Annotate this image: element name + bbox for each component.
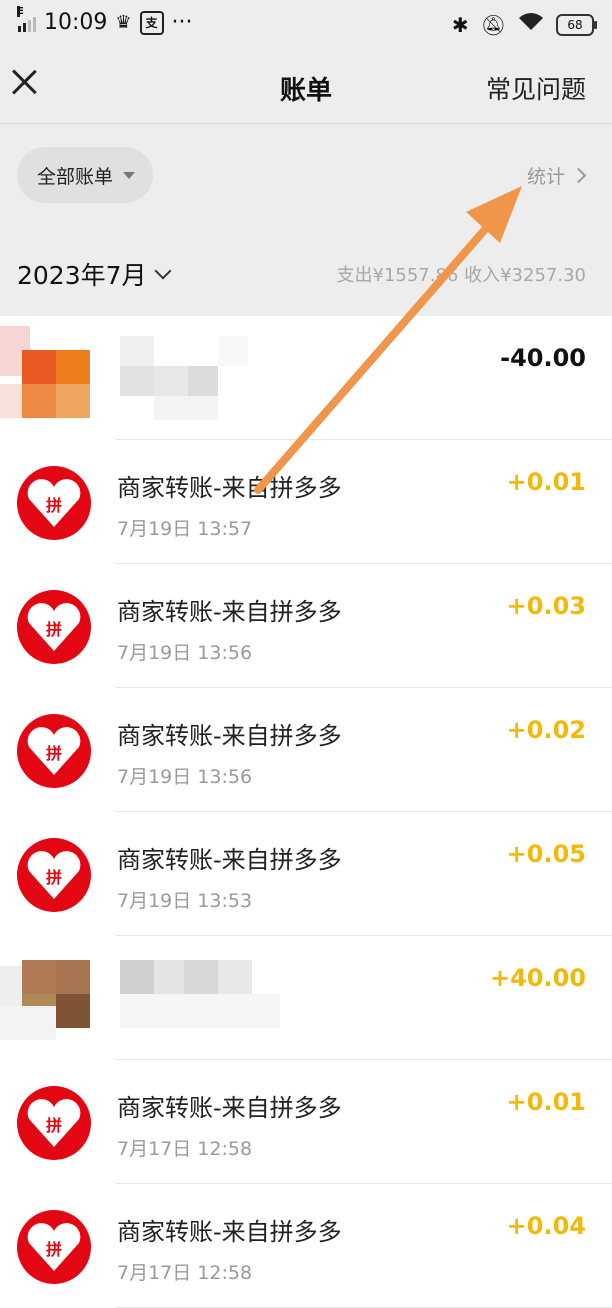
transaction-name: 商家转账-来自拼多多	[117, 1218, 342, 1246]
transaction-row[interactable]: 拼 商家转账-来自拼多多 7月19日 13:57 +0.01	[0, 440, 612, 564]
more-icon: ···	[171, 10, 193, 35]
transaction-row[interactable]: 拼 商家转账-来自拼多多 7月17日 12:58 +0.04	[0, 1184, 612, 1308]
transaction-name: 商家转账-来自拼多多	[117, 846, 342, 874]
wifi-icon	[518, 12, 544, 37]
battery-icon: 68	[556, 13, 597, 36]
nav-bar: 账单 常见问题	[0, 50, 612, 124]
transaction-time: 7月19日 13:57	[117, 518, 253, 540]
battery-level: 68	[567, 17, 583, 32]
month-label: 2023年7月	[17, 261, 147, 290]
pinduoduo-icon: 拼	[17, 466, 91, 540]
transaction-list: -40.00 拼 商家转账-来自拼多多 7月19日 13:57 +0.01 拼 …	[0, 316, 612, 1308]
transaction-amount: +0.03	[506, 592, 586, 620]
month-selector[interactable]: 2023年7月	[17, 256, 172, 292]
transaction-amount: -40.00	[500, 344, 586, 372]
transaction-name: 商家转账-来自拼多多	[117, 474, 342, 502]
transaction-amount: +0.02	[506, 716, 586, 744]
pinduoduo-icon: 拼	[17, 714, 91, 788]
transaction-time: 7月19日 13:53	[117, 890, 253, 912]
alipay-icon: 支	[139, 10, 164, 35]
transaction-amount: +0.01	[506, 468, 586, 496]
transaction-name: 商家转账-来自拼多多	[117, 722, 342, 750]
transaction-name: 商家转账-来自拼多多	[117, 598, 342, 626]
transaction-row[interactable]: 拼 商家转账-来自拼多多 7月19日 13:53 +0.05	[0, 812, 612, 936]
transaction-row[interactable]: 拼 商家转账-来自拼多多 7月17日 12:58 +0.01	[0, 1060, 612, 1184]
transaction-amount: +0.05	[506, 840, 586, 868]
caret-down-icon	[123, 171, 136, 179]
transaction-amount: +0.01	[506, 1088, 586, 1116]
bill-filter-dropdown[interactable]: 全部账单	[17, 147, 154, 203]
svg-text:拼: 拼	[46, 744, 62, 763]
blurred-avatar	[0, 960, 280, 1040]
pinduoduo-icon: 拼	[17, 590, 91, 664]
bluetooth-icon: ✱	[451, 12, 469, 37]
transaction-row[interactable]: 拼 商家转账-来自拼多多 7月19日 13:56 +0.02	[0, 688, 612, 812]
month-summary: 支出¥1557.86 收入¥3257.30	[336, 265, 587, 286]
blurred-avatar	[0, 326, 248, 420]
transaction-time: 7月19日 13:56	[117, 642, 253, 664]
status-bar: E 10:09 ♛ 支 ··· ✱ 🔕︎ 68	[0, 0, 612, 50]
stats-link[interactable]: 统计	[526, 162, 587, 189]
mute-icon: 🔕︎	[480, 12, 506, 37]
transaction-row[interactable]: -40.00	[0, 316, 612, 440]
transaction-amount: +0.04	[506, 1212, 586, 1240]
transaction-name: 商家转账-来自拼多多	[117, 1094, 342, 1122]
stats-label: 统计	[526, 166, 565, 188]
status-left: E 10:09 ♛ 支 ···	[17, 5, 193, 35]
chevron-down-icon	[154, 262, 172, 280]
chevron-right-icon	[570, 167, 587, 184]
status-right: ✱ 🔕︎ 68	[451, 12, 597, 37]
filter-bar: 全部账单 统计	[0, 124, 612, 226]
transaction-time: 7月19日 13:56	[117, 766, 253, 788]
signal-icon: E	[17, 5, 36, 32]
status-time: 10:09	[44, 10, 108, 35]
transaction-row[interactable]: 拼 商家转账-来自拼多多 7月19日 13:56 +0.03	[0, 564, 612, 688]
pinduoduo-icon: 拼	[17, 1086, 91, 1160]
svg-text:拼: 拼	[46, 1116, 62, 1135]
svg-text:拼: 拼	[46, 868, 62, 887]
faq-link[interactable]: 常见问题	[486, 70, 586, 106]
transaction-amount: +40.00	[489, 964, 586, 992]
month-bar: 2023年7月 支出¥1557.86 收入¥3257.30	[0, 226, 612, 316]
svg-text:拼: 拼	[46, 1240, 62, 1259]
pinduoduo-icon: 拼	[17, 1210, 91, 1284]
transaction-time: 7月17日 12:58	[117, 1262, 253, 1284]
crown-icon: ♛	[115, 12, 132, 33]
bill-filter-label: 全部账单	[37, 165, 114, 188]
pinduoduo-icon: 拼	[17, 838, 91, 912]
svg-text:拼: 拼	[46, 496, 62, 515]
svg-text:拼: 拼	[46, 620, 62, 639]
transaction-row[interactable]: +40.00	[0, 936, 612, 1060]
transaction-time: 7月17日 12:58	[117, 1138, 253, 1160]
